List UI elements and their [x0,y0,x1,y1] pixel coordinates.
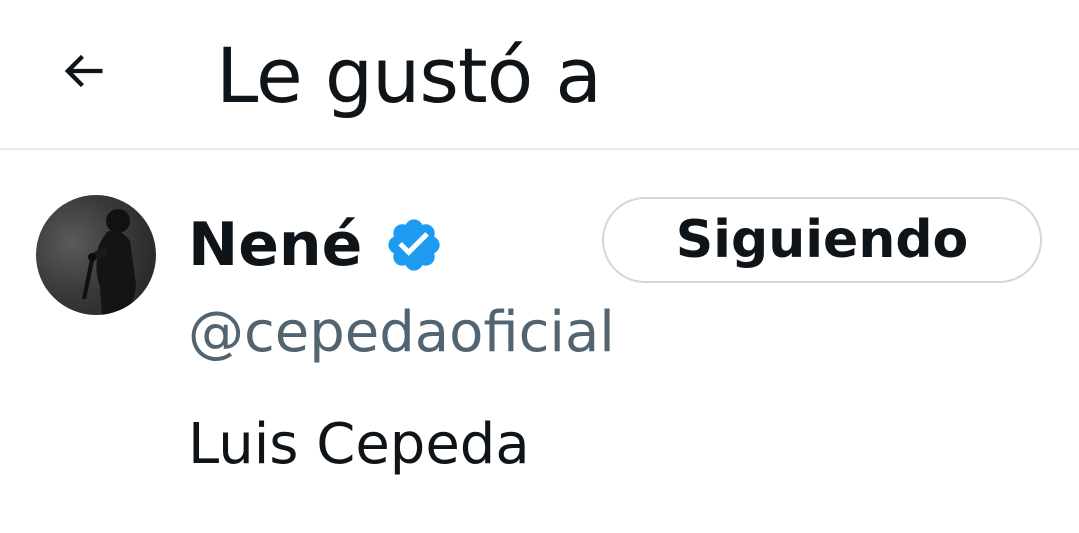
display-name[interactable]: Nené [188,210,362,280]
back-button[interactable] [50,40,116,106]
user-bio: Luis Cepeda [188,412,530,477]
page-title: Le gustó a [216,31,602,120]
display-name-row: Nené [188,210,444,280]
top-bar: Le gustó a [0,0,1079,150]
avatar[interactable] [36,195,156,315]
arrow-left-icon [57,45,109,101]
user-cell[interactable]: Nené @cepedaoficial Luis Cepeda Siguiend… [0,152,1079,533]
user-handle: @cepedaoficial [188,300,615,365]
verified-badge-icon [384,215,444,275]
following-button[interactable]: Siguiendo [602,197,1042,283]
